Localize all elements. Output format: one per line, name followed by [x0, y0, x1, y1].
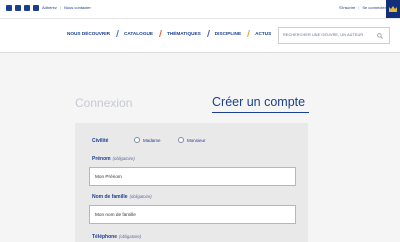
firstname-value: Mon Prénom: [95, 174, 122, 179]
phone-hint: (obligatoire): [119, 234, 142, 239]
nav-item-label: CATALOGUE: [123, 31, 153, 36]
nav-item-label: NOUS DÉCOUVRIR: [67, 31, 110, 36]
main-nav-bar: NOUS DÉCOUVRIR CATALOGUE THÉMATIQUES DIS…: [0, 18, 400, 53]
nav-item-label: ACTUS: [255, 31, 272, 36]
firstname-label: Prénom (obligatoire): [92, 156, 135, 162]
search-placeholder: RECHERCHER UNE OEUVRE, UN AUTEUR: [283, 33, 364, 37]
nav-item-actus[interactable]: ACTUS: [247, 30, 278, 37]
nav-divider: [159, 30, 163, 37]
phone-label: Téléphone (obligatoire): [92, 234, 141, 240]
top-bar: Adhérez | Nous contacter S'inscrire | Se…: [0, 0, 400, 18]
radio-madame[interactable]: Madame: [134, 137, 161, 143]
signup-link[interactable]: S'inscrire: [339, 5, 355, 10]
social-links: [6, 5, 39, 11]
firstname-field[interactable]: Mon Prénom: [89, 167, 296, 186]
facebook-icon[interactable]: [6, 5, 12, 11]
firstname-hint: (obligatoire): [112, 156, 135, 161]
main-nav: NOUS DÉCOUVRIR CATALOGUE THÉMATIQUES DIS…: [60, 30, 278, 37]
youtube-icon[interactable]: [24, 5, 30, 11]
twitter-icon[interactable]: [15, 5, 21, 11]
nav-item-nous-decouvrir[interactable]: NOUS DÉCOUVRIR: [60, 31, 117, 36]
radio-label: Madame: [143, 137, 161, 143]
lastname-value: Mon nom de famille: [95, 212, 136, 217]
top-links: Adhérez | Nous contacter: [42, 5, 91, 10]
tab-login[interactable]: Connexion: [75, 96, 132, 110]
radio-monsieur[interactable]: Monsieur: [178, 137, 206, 143]
nav-divider: [206, 30, 211, 37]
top-link-contact[interactable]: Nous contacter: [64, 5, 91, 10]
login-link[interactable]: Se connecter: [362, 5, 386, 10]
nav-divider: [247, 30, 251, 37]
search-input[interactable]: RECHERCHER UNE OEUVRE, UN AUTEUR: [278, 27, 390, 44]
lastname-label: Nom de famille (obligatoire): [92, 194, 152, 200]
user-links: S'inscrire | Se connecter: [339, 5, 386, 10]
radio-circle[interactable]: [134, 137, 140, 143]
radio-label: Monsieur: [187, 137, 206, 143]
phone-label-text: Téléphone: [92, 234, 118, 240]
tab-register[interactable]: Créer un compte: [212, 95, 305, 109]
nav-divider: [116, 30, 120, 37]
lastname-hint: (obligatoire): [129, 194, 152, 199]
lastname-label-text: Nom de famille: [92, 194, 128, 200]
linkedin-icon[interactable]: [33, 5, 39, 11]
registration-form: Civilité Madame Monsieur Prénom (obligato…: [75, 123, 308, 242]
separator: |: [358, 5, 360, 10]
nav-item-label: DISCIPLINE: [214, 31, 242, 36]
crown-icon[interactable]: [386, 0, 400, 18]
nav-item-discipline[interactable]: DISCIPLINE: [206, 30, 248, 37]
civility-label: Civilité: [92, 138, 109, 144]
lastname-field[interactable]: Mon nom de famille: [89, 205, 296, 224]
nav-item-catalogue[interactable]: CATALOGUE: [116, 30, 160, 37]
search-icon[interactable]: [377, 33, 383, 39]
nav-item-thematiques[interactable]: THÉMATIQUES: [159, 30, 208, 37]
top-link-adherez[interactable]: Adhérez: [42, 5, 57, 10]
nav-item-label: THÉMATIQUES: [166, 31, 201, 36]
separator: |: [59, 5, 61, 10]
radio-circle[interactable]: [178, 137, 184, 143]
firstname-label-text: Prénom: [92, 156, 111, 162]
active-tab-underline: [212, 112, 309, 113]
